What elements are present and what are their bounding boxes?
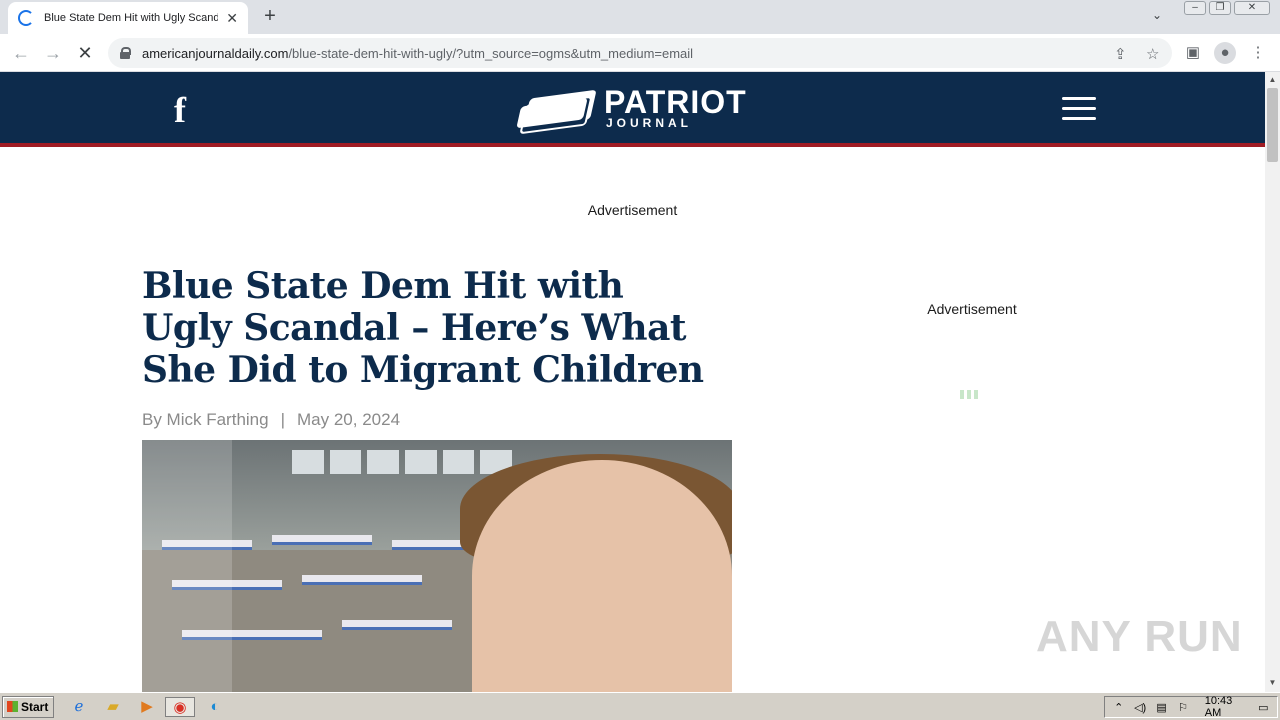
page-scrollbar[interactable] (1265, 72, 1280, 692)
article-headline: Blue State Dem Hit with Ugly Scandal – H… (142, 265, 704, 391)
show-hidden-icons-icon[interactable]: ⌃ (1111, 701, 1126, 714)
browser-toolbar: ← → ✕ americanjournaldaily.com/blue-stat… (0, 34, 1280, 72)
system-tray: ⌃ ◁) ▤ ⚐ 10:43 AM ▭ (1104, 695, 1278, 719)
loading-spinner-icon (18, 10, 34, 26)
scroll-down-arrow-icon[interactable]: ▼ (1265, 676, 1280, 690)
hamburger-menu-icon[interactable] (1062, 97, 1096, 121)
network-icon[interactable]: ▤ (1154, 701, 1169, 714)
media-player-icon[interactable]: ▶ (136, 697, 158, 717)
tab-title: Blue State Dem Hit with Ugly Scandal – H… (44, 12, 219, 24)
tab-search-chevron-icon[interactable]: ⌄ (1152, 8, 1162, 22)
new-tab-button[interactable]: + (259, 5, 281, 27)
site-logo[interactable]: PATRIOT JOURNAL (516, 84, 747, 135)
address-bar[interactable]: americanjournaldaily.com/blue-state-dem-… (108, 38, 1172, 68)
scroll-up-arrow-icon[interactable]: ▲ (1265, 73, 1280, 87)
article-byline: By Mick Farthing | May 20, 2024 (142, 410, 400, 430)
url-path: /blue-state-dem-hit-with-ugly/?utm_sourc… (288, 45, 694, 61)
browser-menu-icon[interactable]: ⋮ (1247, 42, 1269, 64)
facebook-icon[interactable]: f (174, 92, 186, 128)
byline-author[interactable]: By Mick Farthing (142, 410, 269, 430)
logo-subtitle: JOURNAL (606, 116, 693, 130)
newspaper-icon (516, 84, 597, 135)
restore-window-icon[interactable]: ❐ (1209, 1, 1231, 15)
minimize-window-icon[interactable]: – (1184, 1, 1206, 15)
tab-close-icon[interactable]: ✕ (226, 10, 238, 27)
side-panel-icon[interactable]: ▣ (1182, 42, 1204, 64)
close-window-icon[interactable]: ✕ (1234, 1, 1270, 15)
scrollbar-thumb[interactable] (1267, 88, 1278, 162)
internet-explorer-icon[interactable]: ℯ (68, 697, 90, 717)
tab-strip: Blue State Dem Hit with Ugly Scandal – H… (0, 0, 1280, 34)
system-clock[interactable]: 10:43 AM (1205, 695, 1250, 719)
back-arrow-icon[interactable]: ← (10, 42, 32, 64)
edge-icon[interactable]: ◐ (204, 697, 226, 717)
start-button[interactable]: Start (2, 696, 54, 718)
url-text[interactable]: americanjournaldaily.com/blue-state-dem-… (142, 46, 693, 61)
windows-taskbar: Start ℯ ▰ ▶ ◉ ◐ ⌃ ◁) ▤ ⚐ 10:43 AM ▭ (0, 692, 1280, 720)
file-explorer-icon[interactable]: ▰ (102, 697, 124, 717)
browser-tab-active[interactable]: Blue State Dem Hit with Ugly Scandal – H… (8, 2, 248, 34)
advertisement-label-side: Advertisement (927, 301, 1017, 317)
show-desktop-icon[interactable]: ▭ (1256, 701, 1271, 714)
action-center-flag-icon[interactable]: ⚐ (1175, 701, 1190, 714)
lock-icon[interactable] (120, 47, 131, 59)
forward-arrow-icon[interactable]: → (42, 42, 64, 64)
anyrun-watermark: ANY RUN (1036, 612, 1243, 661)
profile-avatar-icon[interactable]: ● (1214, 42, 1236, 64)
volume-icon[interactable]: ◁) (1132, 701, 1147, 714)
header-accent-border (0, 143, 1265, 147)
bookmark-star-icon[interactable]: ☆ (1146, 45, 1159, 63)
logo-title: PATRIOT (604, 84, 747, 120)
stop-loading-icon[interactable]: ✕ (74, 42, 96, 64)
advertisement-label-top: Advertisement (587, 202, 678, 218)
chrome-taskbar-icon[interactable]: ◉ (165, 697, 195, 717)
share-icon[interactable]: ⇪ (1114, 45, 1127, 63)
ad-loading-icon (960, 390, 978, 399)
byline-separator: | (280, 410, 286, 429)
byline-date: May 20, 2024 (297, 410, 401, 429)
url-host: americanjournaldaily.com (142, 45, 289, 61)
article-hero-image (142, 440, 732, 692)
